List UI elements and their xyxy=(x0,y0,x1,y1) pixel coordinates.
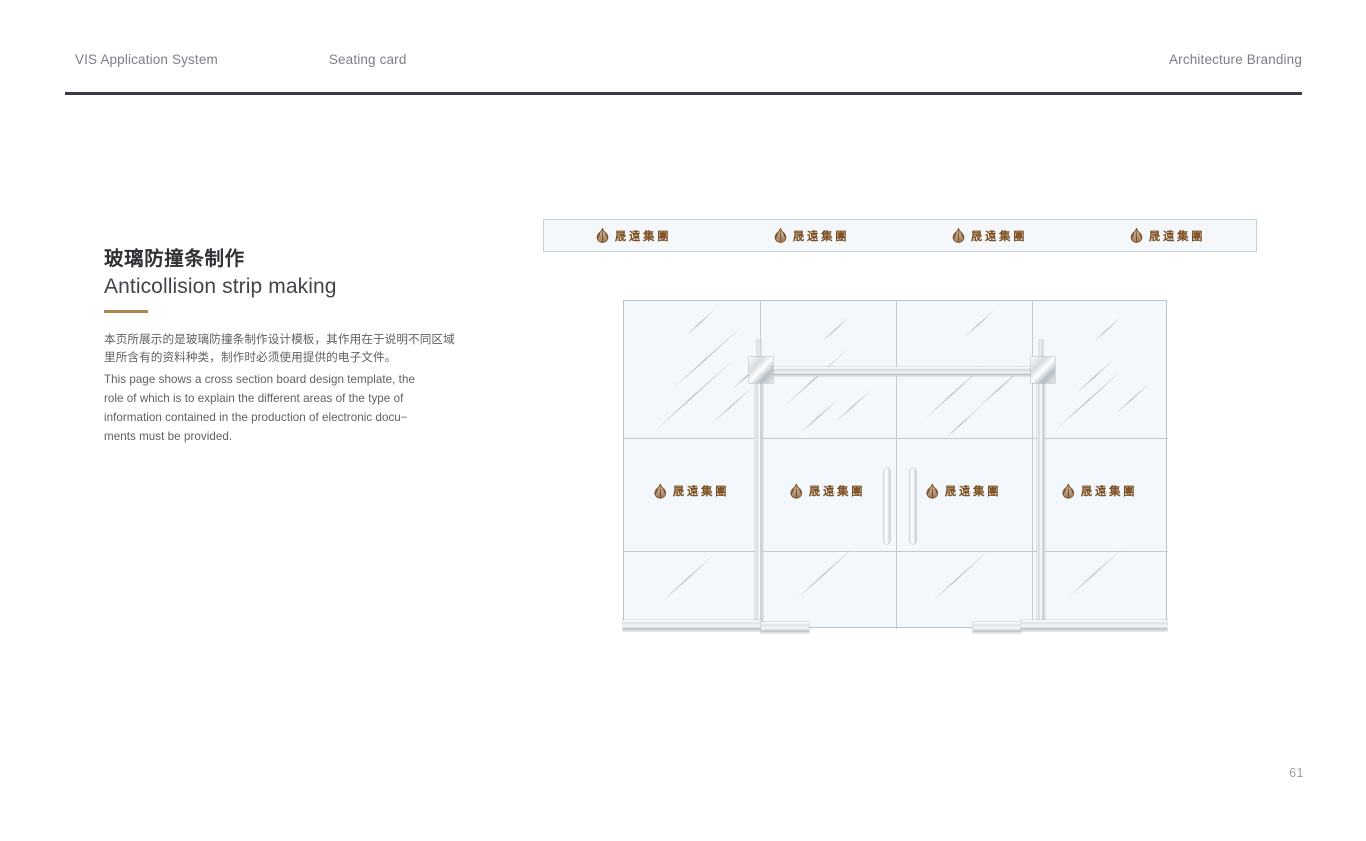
glass-wall-panels xyxy=(623,300,1168,629)
header-divider-rule xyxy=(65,92,1302,95)
description-block: 玻璃防撞条制作 Anticollision strip making 本页所展示… xyxy=(104,246,484,446)
door-transom-bar xyxy=(759,367,1039,376)
door-kickplate xyxy=(973,622,1021,633)
header-left-group: VIS Application System Seating card xyxy=(75,52,406,67)
shengyuan-group-emblem-icon xyxy=(1062,483,1075,499)
brand-logo: 晟遠集團 xyxy=(1129,228,1205,244)
glass-reflection-streak xyxy=(835,389,873,422)
door-corner-bracket xyxy=(1031,357,1055,383)
shengyuan-group-emblem-icon xyxy=(654,483,667,499)
page-header: VIS Application System Seating card Arch… xyxy=(65,46,1302,90)
page-title-cn: 玻璃防撞条制作 xyxy=(104,248,245,270)
door-kickplate xyxy=(1021,620,1167,631)
shengyuan-group-emblem-icon xyxy=(926,483,939,499)
body-cn-line-1: 本页所展示的是玻璃防撞条制作设计模板，其作用在于说明不同区域 xyxy=(104,332,455,346)
glass-reflection-streak xyxy=(685,308,717,336)
glass-reflection-streak xyxy=(1055,367,1125,430)
glass-reflection-streak xyxy=(1115,382,1151,414)
body-paragraph-cn: 本页所展示的是玻璃防撞条制作设计模板，其作用在于说明不同区域 里所含有的资料种类… xyxy=(104,331,484,368)
body-en-line-1: This page shows a cross section board de… xyxy=(104,372,415,386)
glass-door-elevation: 晟遠集團 晟遠集團 晟遠集團 晟遠集團 xyxy=(623,300,1168,633)
title-accent-rule xyxy=(104,309,148,313)
strip-logo-cell: 晟遠集團 xyxy=(900,228,1078,244)
shengyuan-group-emblem-icon xyxy=(1130,228,1143,243)
glass-reflection-streak xyxy=(1067,548,1122,598)
breadcrumb-vis-application-system: VIS Application System xyxy=(75,52,218,67)
brand-logo-text: 晟遠集團 xyxy=(1080,483,1138,498)
strip-logo-cell: 晟遠集團 xyxy=(722,228,900,244)
glass-panel-separator-horizontal xyxy=(624,551,1168,552)
door-glass-logo: 晟遠集團 xyxy=(925,483,1001,504)
body-en-line-3: information contained in the production … xyxy=(104,410,408,424)
glass-reflection-streak xyxy=(963,309,996,338)
breadcrumb-seating-card: Seating card xyxy=(328,52,407,67)
brand-logo-text: 晟遠集團 xyxy=(808,483,866,498)
brand-logo: 晟遠集團 xyxy=(595,228,671,244)
brand-logo: 晟遠集團 xyxy=(773,228,849,244)
door-kickplate xyxy=(761,622,809,633)
brand-logo: 晟遠集團 xyxy=(1061,483,1137,499)
page-number: 61 xyxy=(1289,766,1304,780)
body-paragraph-en: This page shows a cross section board de… xyxy=(104,370,484,446)
header-right-label: Architecture Branding xyxy=(1169,52,1302,67)
brand-logo-text: 晟遠集團 xyxy=(672,483,730,498)
door-frame-jamb xyxy=(1037,358,1045,628)
body-en-line-4: ments must be provided. xyxy=(104,429,233,443)
brand-logo-text: 晟遠集團 xyxy=(970,228,1028,243)
brand-logo: 晟遠集團 xyxy=(925,483,1001,499)
shengyuan-group-emblem-icon xyxy=(952,228,965,243)
shengyuan-group-emblem-icon xyxy=(790,483,803,499)
door-corner-bracket xyxy=(749,357,773,383)
glass-reflection-streak xyxy=(661,554,715,602)
door-frame-jamb xyxy=(755,358,763,628)
brand-logo: 晟遠集團 xyxy=(653,483,729,499)
strip-logo-cell: 晟遠集團 xyxy=(1078,228,1256,244)
glass-reflection-streak xyxy=(931,550,989,602)
shengyuan-group-emblem-icon xyxy=(774,228,787,243)
door-kickplate xyxy=(623,620,761,631)
brand-logo-text: 晟遠集團 xyxy=(792,228,850,243)
glass-reflection-streak xyxy=(795,546,855,600)
glass-panel-separator-vertical xyxy=(896,301,897,629)
brand-logo: 晟遠集團 xyxy=(789,483,865,499)
body-en-line-2: role of which is to explain the differen… xyxy=(104,391,404,405)
glass-panel-separator-horizontal xyxy=(624,438,1168,439)
shengyuan-group-emblem-icon xyxy=(596,228,609,243)
glass-reflection-streak xyxy=(799,398,839,434)
glass-reflection-streak xyxy=(711,384,756,424)
glass-reflection-streak xyxy=(943,405,982,440)
door-glass-logo: 晟遠集團 xyxy=(1061,483,1137,504)
page-title-en: Anticollision strip making xyxy=(104,275,337,299)
glass-reflection-streak xyxy=(821,315,851,342)
strip-logo-cell: 晟遠集團 xyxy=(544,228,722,244)
door-glass-logo: 晟遠集團 xyxy=(653,483,729,504)
glass-panel-separator-vertical xyxy=(1032,301,1033,629)
brand-logo-text: 晟遠集團 xyxy=(944,483,1002,498)
body-cn-line-2: 里所含有的资料种类，制作时必须使用提供的电子文件。 xyxy=(104,351,397,365)
glass-reflection-streak xyxy=(671,325,743,390)
brand-logo-text: 晟遠集團 xyxy=(614,228,672,243)
door-glass-logo: 晟遠集團 xyxy=(789,483,865,504)
glass-reflection-streak xyxy=(1075,358,1115,394)
door-handle[interactable] xyxy=(910,468,916,544)
brand-logo: 晟遠集團 xyxy=(951,228,1027,244)
glass-reflection-streak xyxy=(1093,317,1122,342)
anticollision-strip-sample: 晟遠集團 晟遠集團 晟遠集團 晟遠集團 xyxy=(543,219,1257,252)
brand-logo-text: 晟遠集團 xyxy=(1148,228,1206,243)
glass-reflection-streak xyxy=(783,347,850,407)
door-handle[interactable] xyxy=(884,468,890,544)
